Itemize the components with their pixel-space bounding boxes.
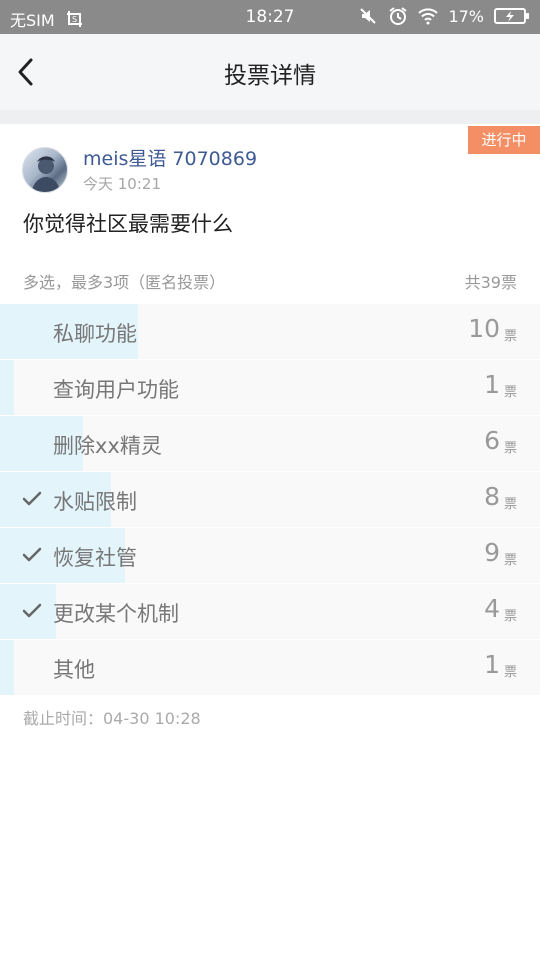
vote-card: 进行中 meis星语 7070869 今天 10:21 你觉得社区最需要什么 多… (0, 124, 540, 960)
checkmark-icon (22, 491, 42, 506)
username-link[interactable]: meis星语 7070869 (83, 144, 257, 171)
option-label: 删除xx精灵 (53, 434, 162, 458)
divider (0, 110, 540, 124)
status-bar: 无SIM S 18:27 17% (0, 0, 540, 34)
option-count: 6 (484, 426, 500, 455)
vote-option[interactable]: 更改某个机制 4 票 (0, 584, 540, 639)
option-unit: 票 (503, 609, 517, 624)
option-unit: 票 (503, 441, 517, 456)
mute-icon (360, 8, 377, 24)
option-label: 私聊功能 (53, 322, 137, 346)
vote-total: 共39票 (464, 273, 517, 292)
wifi-icon (418, 8, 439, 25)
vote-option[interactable]: 私聊功能 10 票 (0, 304, 540, 359)
option-result-bar (0, 640, 15, 695)
option-label: 恢复社管 (53, 546, 137, 570)
page-title: 投票详情 (224, 63, 316, 89)
option-label: 水贴限制 (53, 490, 137, 514)
battery-icon (494, 8, 529, 24)
option-label: 其他 (53, 658, 95, 682)
nav-bar: 投票详情 (0, 34, 540, 110)
option-result-bar (0, 360, 15, 415)
option-count: 10 (468, 314, 500, 343)
checkmark-icon (22, 547, 42, 562)
battery-percent: 17% (448, 6, 484, 26)
vote-option[interactable]: 水贴限制 8 票 (0, 472, 540, 527)
option-count: 4 (484, 594, 500, 623)
option-count: 9 (484, 538, 500, 567)
option-unit: 票 (503, 385, 517, 400)
option-unit: 票 (503, 665, 517, 680)
avatar-image (31, 156, 61, 192)
vote-rules: 多选，最多3项（匿名投票） (23, 273, 226, 292)
post-time: 今天 10:21 (83, 175, 161, 193)
vote-option[interactable]: 删除xx精灵 6 票 (0, 416, 540, 471)
option-count: 1 (484, 650, 500, 679)
option-unit: 票 (503, 329, 517, 344)
vote-option[interactable]: 查询用户功能 1 票 (0, 360, 540, 415)
avatar[interactable] (22, 147, 68, 193)
option-count: 1 (484, 370, 500, 399)
vote-option[interactable]: 其他 1 票 (0, 640, 540, 695)
option-unit: 票 (503, 553, 517, 568)
alarm-icon (389, 7, 408, 25)
checkmark-icon (22, 603, 42, 618)
vote-option[interactable]: 恢复社管 9 票 (0, 528, 540, 583)
option-count: 8 (484, 482, 500, 511)
option-label: 更改某个机制 (53, 602, 179, 626)
option-label: 查询用户功能 (53, 378, 179, 402)
option-unit: 票 (503, 497, 517, 512)
status-right: 17% (358, 6, 530, 26)
deadline-text: 截止时间：04-30 10:28 (23, 709, 201, 728)
vote-options: 私聊功能 10 票 查询用户功能 1 票 删除xx精灵 6 票 水贴限制 8 票 (0, 304, 540, 696)
vote-question: 你觉得社区最需要什么 (23, 212, 233, 236)
status-badge: 进行中 (465, 126, 540, 154)
